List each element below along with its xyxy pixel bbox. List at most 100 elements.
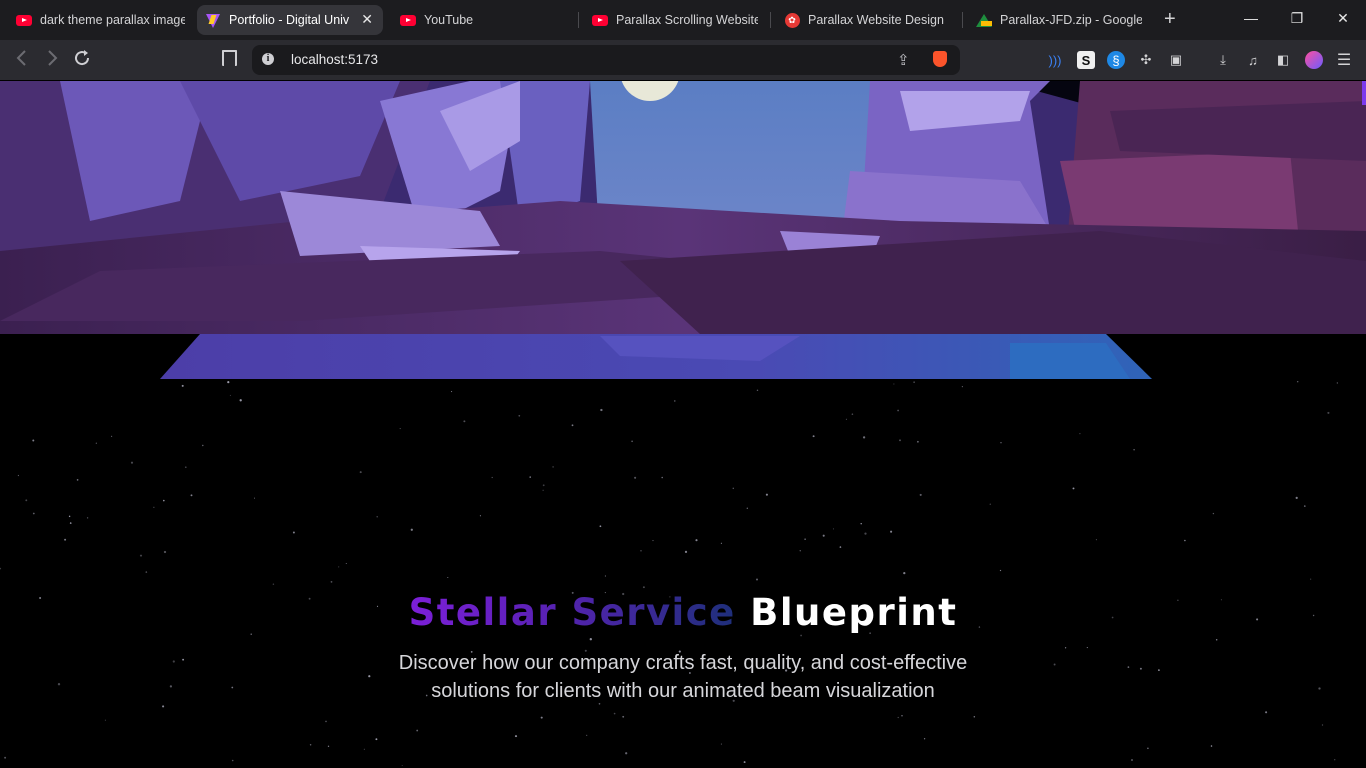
tab-parallax-design[interactable]: ✿ Parallax Website Design in [776,5,956,35]
star [674,400,676,402]
brave-shields-icon[interactable] [933,51,947,67]
star [17,474,19,477]
youtube-icon [400,12,416,28]
star [586,734,588,737]
star [642,586,645,589]
star [599,525,602,528]
tab-google-drive[interactable]: Parallax-JFD.zip - Google D [968,5,1148,35]
star [111,435,113,437]
forward-button[interactable] [41,49,63,72]
star [163,550,167,554]
star [4,756,7,759]
star [864,532,867,535]
star [272,583,275,585]
back-button[interactable] [11,49,33,72]
star [540,716,543,719]
profile-icon[interactable] [1305,51,1323,69]
star [376,516,378,518]
speech-icon[interactable]: ))) [1046,51,1064,69]
star [893,383,895,385]
reload-button[interactable] [71,49,93,72]
star [529,476,531,478]
star [231,686,234,689]
bookmark-icon[interactable] [222,50,237,66]
star [897,716,899,719]
star [69,522,72,524]
star [799,550,801,552]
star [839,546,842,548]
star [604,575,606,577]
star [139,554,143,557]
star [239,399,242,402]
star [309,744,312,746]
star [600,408,603,412]
star [903,571,906,575]
scrollbar-thumb[interactable] [1362,81,1366,105]
parallax-hero-image [0,81,1366,379]
tab-youtube[interactable]: YouTube [392,5,572,35]
star [1265,711,1268,714]
star [145,571,148,573]
star [190,494,193,497]
star [1158,669,1160,671]
star [913,381,915,383]
new-tab-button[interactable]: + [1164,9,1176,29]
star [732,487,735,490]
tab-parallax-scrolling[interactable]: Parallax Scrolling Website u [584,5,764,35]
star [804,538,806,540]
description-line-2: solutions for clients with our animated … [431,680,935,702]
reader-icon[interactable]: ▣ [1167,51,1185,69]
star [571,424,574,427]
star [1184,539,1186,542]
star [625,752,628,755]
star [1303,505,1306,507]
site-info-icon[interactable]: i [262,53,274,65]
star [589,638,592,641]
extensions-icon[interactable]: ✣ [1137,51,1155,69]
menu-icon[interactable]: ☰ [1335,51,1353,69]
restore-button[interactable]: ❐ [1287,10,1307,27]
star [890,530,893,533]
sidebar-icon[interactable]: ◧ [1274,51,1292,69]
skype-ext-icon[interactable]: S [1077,51,1095,69]
heading-plain-text: Blueprint [750,591,958,634]
star [491,476,493,479]
share-icon[interactable]: ⇪ [897,51,910,69]
star [1318,687,1321,690]
star [1327,411,1330,414]
star [899,439,901,442]
star [552,466,554,468]
star [1139,667,1142,670]
youtube-icon [16,12,32,28]
star [401,764,403,767]
address-bar[interactable]: i localhost:5173 ⇪ [252,45,960,75]
download-icon[interactable]: ⤓ [1214,51,1232,69]
star [227,381,230,384]
close-tab-icon[interactable]: ✕ [361,11,373,28]
star [172,660,175,663]
star [743,761,746,764]
star [832,528,835,530]
star [822,534,825,537]
shazam-icon[interactable]: § [1107,51,1125,69]
star [1321,724,1324,726]
star [514,735,518,738]
star [451,391,453,393]
media-icon[interactable]: ♫ [1244,51,1262,69]
star [32,512,35,515]
star [1212,512,1215,515]
tab-portfolio[interactable]: Portfolio - Digital Univ ✕ [197,5,383,35]
star [1133,448,1135,451]
star [1086,647,1088,649]
star [162,705,165,708]
star [1296,380,1299,383]
star [812,435,815,438]
minimize-button[interactable]: — [1241,10,1261,26]
star [253,497,256,499]
tab-bar: dark theme parallax images Portfolio - D… [0,0,1366,40]
star [463,420,466,423]
close-window-button[interactable]: ✕ [1333,10,1353,27]
tab-dark-theme-parallax[interactable]: dark theme parallax images [8,5,188,35]
url-text[interactable]: localhost:5173 [291,52,378,67]
description-line-1: Discover how our company crafts fast, qu… [398,652,968,674]
